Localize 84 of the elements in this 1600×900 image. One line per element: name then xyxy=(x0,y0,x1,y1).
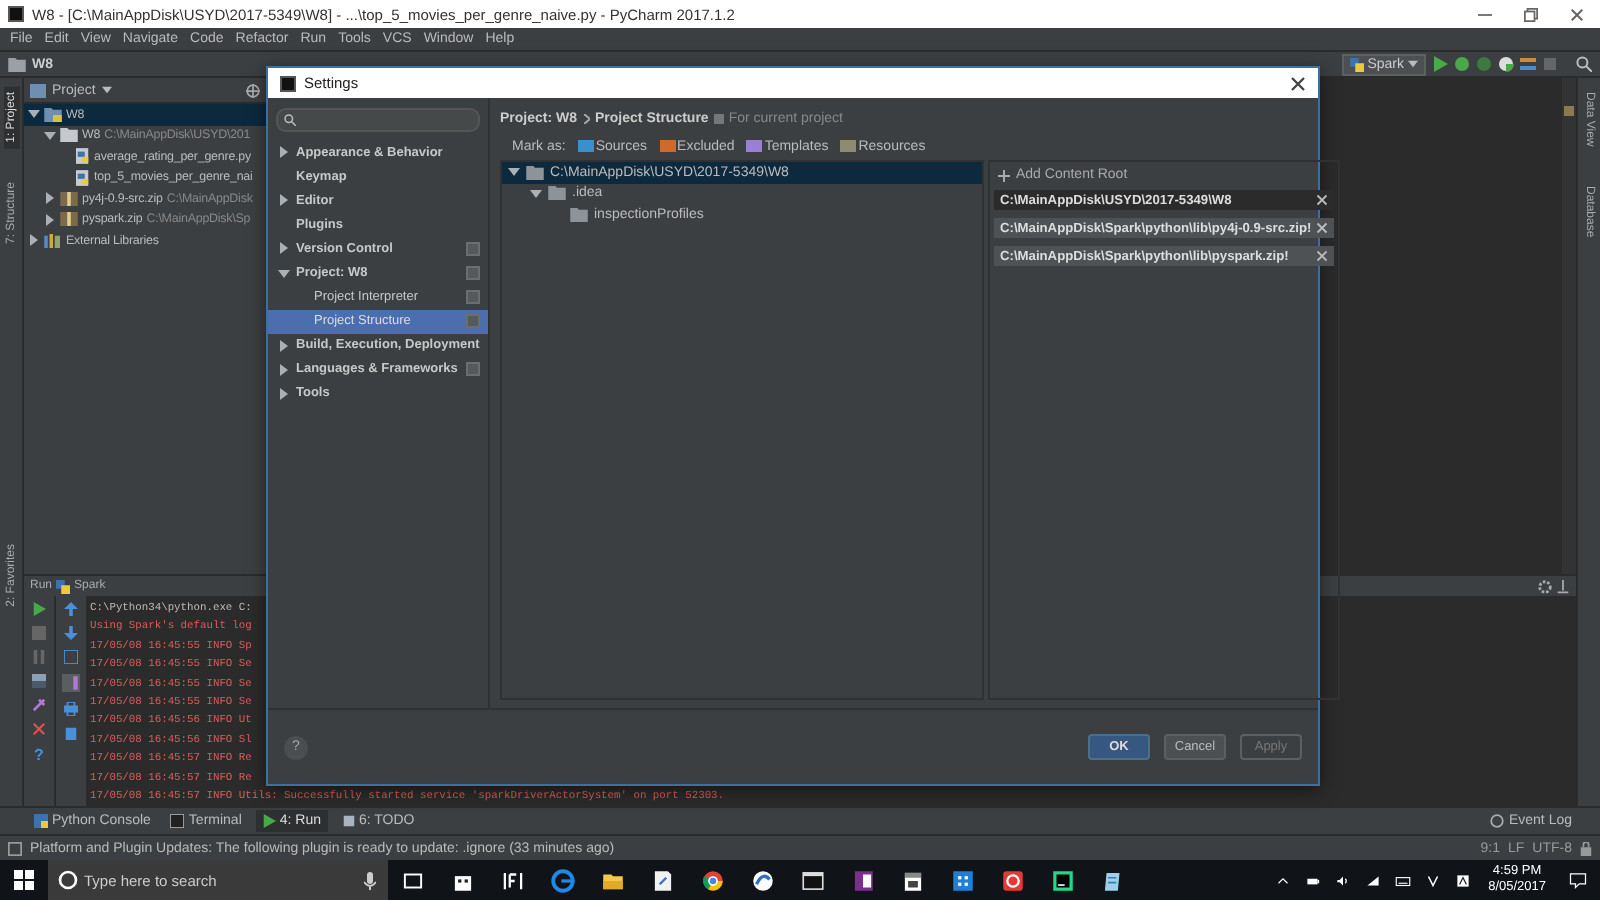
tree-arrow-icon[interactable] xyxy=(278,242,290,255)
printer-icon[interactable] xyxy=(64,702,78,716)
marker-icon xyxy=(1564,106,1574,116)
arrow-up-icon[interactable] xyxy=(64,602,78,616)
python-file-icon xyxy=(76,148,90,165)
search-icon[interactable] xyxy=(1576,56,1592,72)
search-icon xyxy=(284,114,296,126)
tree-arrow-icon[interactable] xyxy=(44,192,56,205)
keyboard-icon[interactable] xyxy=(1394,871,1413,889)
restore-icon[interactable] xyxy=(1524,7,1538,21)
tree-arrow-icon[interactable] xyxy=(278,146,290,159)
tree-arrow-icon[interactable] xyxy=(278,194,290,207)
target-icon[interactable] xyxy=(246,83,260,97)
debug-icon[interactable] xyxy=(1454,56,1470,72)
swirl-icon[interactable] xyxy=(750,867,776,893)
tree-arrow-icon[interactable] xyxy=(278,339,290,352)
tree-arrow-icon[interactable] xyxy=(278,363,290,376)
python-icon xyxy=(56,579,71,593)
search-field[interactable] xyxy=(276,108,480,132)
project-folder-icon xyxy=(44,107,62,122)
tree-arrow-icon[interactable] xyxy=(28,108,40,121)
app-icon xyxy=(8,6,24,22)
plus-icon xyxy=(998,169,1010,181)
tree-arrow-icon[interactable] xyxy=(530,187,542,200)
wifi-icon[interactable] xyxy=(1364,871,1383,889)
arrow-down-icon[interactable] xyxy=(64,626,78,640)
archive-icon xyxy=(60,191,78,206)
copy-icon xyxy=(714,113,725,123)
grid-app-icon[interactable] xyxy=(950,867,976,893)
archive-icon xyxy=(60,212,78,227)
tab-icon xyxy=(261,814,276,828)
search-ring-icon xyxy=(58,870,78,890)
ide-logo-icon[interactable] xyxy=(1050,867,1076,893)
windows-logo-icon[interactable] xyxy=(14,870,34,890)
pin-icon[interactable] xyxy=(32,698,46,712)
library-icon xyxy=(44,233,62,248)
tree-arrow-icon[interactable] xyxy=(278,387,290,400)
layout-icon[interactable] xyxy=(32,674,46,688)
remove-icon[interactable] xyxy=(1315,194,1328,206)
close-icon[interactable] xyxy=(1290,75,1306,91)
run-icon[interactable] xyxy=(32,602,46,616)
tab-icon xyxy=(341,814,355,828)
remove-icon[interactable] xyxy=(1315,222,1328,234)
pin-icon[interactable] xyxy=(1556,579,1570,593)
bracket-logo-icon[interactable] xyxy=(500,867,526,893)
trash-icon[interactable] xyxy=(64,726,78,740)
alarm-icon[interactable] xyxy=(1000,867,1026,893)
tree-arrow-icon[interactable] xyxy=(278,267,290,280)
document-icon[interactable] xyxy=(650,867,676,893)
folder-icon xyxy=(8,57,26,71)
profile-icon[interactable] xyxy=(1498,56,1514,72)
run-icon[interactable] xyxy=(1432,56,1448,72)
panel-toggle-icon[interactable] xyxy=(8,841,22,855)
calendar-icon[interactable] xyxy=(900,867,926,893)
notebook-icon[interactable] xyxy=(850,867,876,893)
build-icon[interactable] xyxy=(1520,56,1536,72)
browser-icon[interactable] xyxy=(550,867,576,893)
speaker-icon[interactable] xyxy=(1334,871,1353,889)
chrome-icon[interactable] xyxy=(700,867,726,893)
terminal-icon[interactable] xyxy=(800,867,826,893)
app-icon xyxy=(280,75,296,91)
close-icon[interactable] xyxy=(1570,7,1584,21)
python-icon xyxy=(1349,57,1364,71)
tree-arrow-icon[interactable] xyxy=(28,234,40,247)
tab-icon xyxy=(170,814,185,828)
input-method-icon[interactable] xyxy=(1424,871,1443,889)
tree-arrow-icon[interactable] xyxy=(44,129,56,142)
remove-icon[interactable] xyxy=(1315,250,1328,262)
chevron-icon xyxy=(583,113,590,123)
microphone-icon[interactable] xyxy=(364,871,376,889)
speech-bubble-icon xyxy=(1490,814,1505,828)
help-icon[interactable]: ? xyxy=(34,746,44,764)
gear-icon[interactable] xyxy=(1538,579,1552,593)
tab-icon xyxy=(34,814,48,828)
project-view-icon xyxy=(30,83,46,97)
scrollbar[interactable] xyxy=(1562,78,1576,574)
python-file-icon xyxy=(76,169,90,186)
notification-icon[interactable] xyxy=(1568,870,1588,890)
lock-icon[interactable] xyxy=(1580,841,1592,855)
tree-arrow-icon[interactable] xyxy=(508,166,520,179)
caret-icon xyxy=(1408,60,1418,68)
wrap-icon[interactable] xyxy=(64,650,78,664)
caret-icon xyxy=(101,86,112,94)
tree-arrow-icon[interactable] xyxy=(44,213,56,226)
